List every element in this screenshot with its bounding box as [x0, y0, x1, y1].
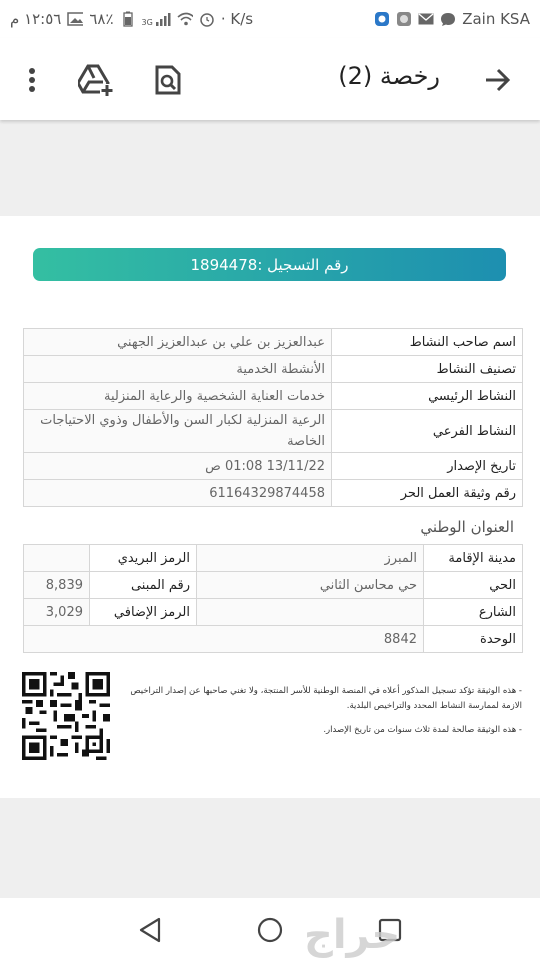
table-row: مدينة الإقامة المبرز الرمز البريدي — [23, 544, 523, 572]
drive-add-icon — [78, 64, 114, 96]
postal-code-value — [23, 544, 90, 572]
table-row: تاريخ الإصدار 13/11/22 01:08 ص — [23, 452, 523, 480]
network-type: 3G — [141, 18, 153, 27]
camera-notification-icon — [396, 11, 412, 27]
wifi-icon — [177, 11, 193, 27]
add-to-drive-button[interactable] — [74, 58, 118, 102]
freelance-doc-label: رقم وثيقة العمل الحر — [331, 479, 523, 507]
alarm-icon — [199, 11, 215, 27]
table-row: الوحدة 8842 — [23, 625, 523, 653]
status-left: ١٢:٥٦ م ٦٨٪ 3G · K/s — [10, 10, 253, 28]
national-address-heading: العنوان الوطني — [420, 518, 514, 536]
district-value: حي محاسن الثاني — [196, 571, 424, 599]
owner-name-value: عبدالعزيز بن علي بن عبدالعزيز الجهني — [23, 328, 332, 356]
city-label: مدينة الإقامة — [423, 544, 523, 572]
activity-details-table: اسم صاحب النشاط عبدالعزيز بن علي بن عبدا… — [23, 328, 523, 507]
district-label: الحي — [423, 571, 523, 599]
issue-date-label: تاريخ الإصدار — [331, 452, 523, 480]
status-right: Zain KSA — [374, 10, 530, 28]
street-label: الشارع — [423, 598, 523, 626]
chat-icon — [440, 11, 456, 27]
find-in-page-button[interactable] — [146, 58, 190, 102]
haraj-watermark: حراج — [304, 912, 402, 958]
table-row: الشارع الرمز الإضافي 3,029 — [23, 598, 523, 626]
activity-class-value: الأنشطة الخدمية — [23, 355, 332, 383]
nav-home-button[interactable] — [252, 912, 288, 948]
owner-name-label: اسم صاحب النشاط — [331, 328, 523, 356]
battery-icon — [120, 11, 136, 27]
sub-activity-label: النشاط الفرعي — [331, 409, 523, 453]
find-in-file-icon — [155, 65, 181, 95]
note-validity: - هذه الوثيقة صالحة لمدة ثلاث سنوات من ت… — [323, 725, 522, 735]
unit-label: الوحدة — [423, 625, 523, 653]
qr-code-icon — [22, 672, 110, 760]
main-activity-label: النشاط الرئيسي — [331, 382, 523, 410]
image-notification-icon — [67, 11, 84, 27]
back-button[interactable] — [476, 58, 520, 102]
building-number-label: رقم المبنى — [89, 571, 197, 599]
network-speed: · K/s — [220, 10, 254, 28]
freelance-doc-value: 61164329874458 — [23, 479, 332, 507]
arrow-forward-icon — [486, 68, 511, 92]
table-row: اسم صاحب النشاط عبدالعزيز بن علي بن عبدا… — [23, 328, 523, 356]
document-notes: - هذه الوثيقة تؤكد تسجيل المذكور أعلاه ف… — [122, 684, 522, 738]
nav-back-button[interactable] — [132, 912, 168, 948]
additional-code-label: الرمز الإضافي — [89, 598, 197, 626]
circle-home-icon — [257, 917, 283, 943]
table-row: الحي حي محاسن الثاني رقم المبنى 8,839 — [23, 571, 523, 599]
more-vert-icon — [29, 68, 35, 92]
table-row: رقم وثيقة العمل الحر 61164329874458 — [23, 479, 523, 507]
app-bar: رخصة (2) — [0, 38, 540, 120]
document-title: رخصة (2) — [338, 62, 440, 90]
table-row: تصنيف النشاط الأنشطة الخدمية — [23, 355, 523, 383]
more-options-button[interactable] — [10, 58, 54, 102]
status-bar: ١٢:٥٦ م ٦٨٪ 3G · K/s Zain KSA — [0, 0, 540, 38]
unit-value: 8842 — [23, 625, 424, 653]
app-notification-icon — [374, 11, 390, 27]
activity-class-label: تصنيف النشاط — [331, 355, 523, 383]
building-number-value: 8,839 — [23, 571, 90, 599]
table-row: النشاط الفرعي الرعية المنزلية لكبار السن… — [23, 409, 523, 453]
note-registration: - هذه الوثيقة تؤكد تسجيل المذكور أعلاه ف… — [130, 686, 522, 711]
registration-number-banner: رقم التسجيل :1894478 — [33, 248, 506, 281]
main-activity-value: خدمات العناية الشخصية والرعاية المنزلية — [23, 382, 332, 410]
issue-date-value: 13/11/22 01:08 ص — [23, 452, 332, 480]
carrier-name: Zain KSA — [462, 10, 530, 28]
postal-code-label: الرمز البريدي — [89, 544, 197, 572]
mail-icon — [418, 11, 434, 27]
document-page: رقم التسجيل :1894478 اسم صاحب النشاط عبد… — [0, 216, 540, 798]
city-value: المبرز — [196, 544, 424, 572]
navigation-bar — [0, 898, 540, 960]
additional-code-value: 3,029 — [23, 598, 90, 626]
signal-icon — [155, 11, 171, 27]
national-address-table: مدينة الإقامة المبرز الرمز البريدي الحي … — [23, 544, 523, 653]
sub-activity-value: الرعية المنزلية لكبار السن والأطفال وذوي… — [23, 409, 332, 453]
status-time: ١٢:٥٦ م — [10, 10, 62, 28]
street-value — [196, 598, 424, 626]
table-row: النشاط الرئيسي خدمات العناية الشخصية وال… — [23, 382, 523, 410]
triangle-back-icon — [139, 917, 161, 943]
battery-level: ٦٨٪ — [89, 10, 114, 28]
